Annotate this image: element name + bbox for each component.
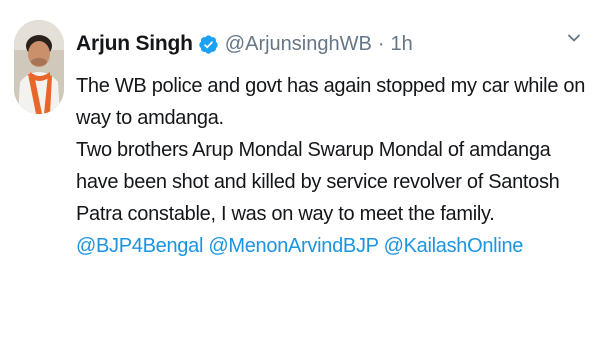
separator-dot: ·: [377, 32, 385, 55]
mention-link[interactable]: @KailashOnline: [384, 235, 524, 257]
tweet-header: Arjun Singh @ArjunsinghWB · 1h: [76, 28, 413, 60]
mentions-line: @BJP4Bengal @MenonArvindBJP @KailashOnli…: [76, 230, 586, 262]
tweet-paragraph: The WB police and govt has again stopped…: [76, 75, 586, 129]
tweet-card: Arjun Singh @ArjunsinghWB · 1h The WB po…: [0, 0, 600, 338]
verified-badge-icon: [198, 34, 219, 55]
chevron-down-icon[interactable]: [566, 30, 582, 46]
mention-link[interactable]: @BJP4Bengal: [76, 235, 203, 257]
author-handle[interactable]: @ArjunsinghWB: [225, 33, 372, 56]
avatar[interactable]: [14, 20, 64, 114]
tweet-text: The WB police and govt has again stopped…: [76, 70, 586, 262]
mention-link[interactable]: @MenonArvindBJP: [208, 235, 378, 257]
author-name[interactable]: Arjun Singh: [76, 32, 193, 56]
tweet-timestamp[interactable]: 1h: [391, 33, 413, 56]
tweet-paragraph: Two brothers Arup Mondal Swarup Mondal o…: [76, 139, 560, 225]
